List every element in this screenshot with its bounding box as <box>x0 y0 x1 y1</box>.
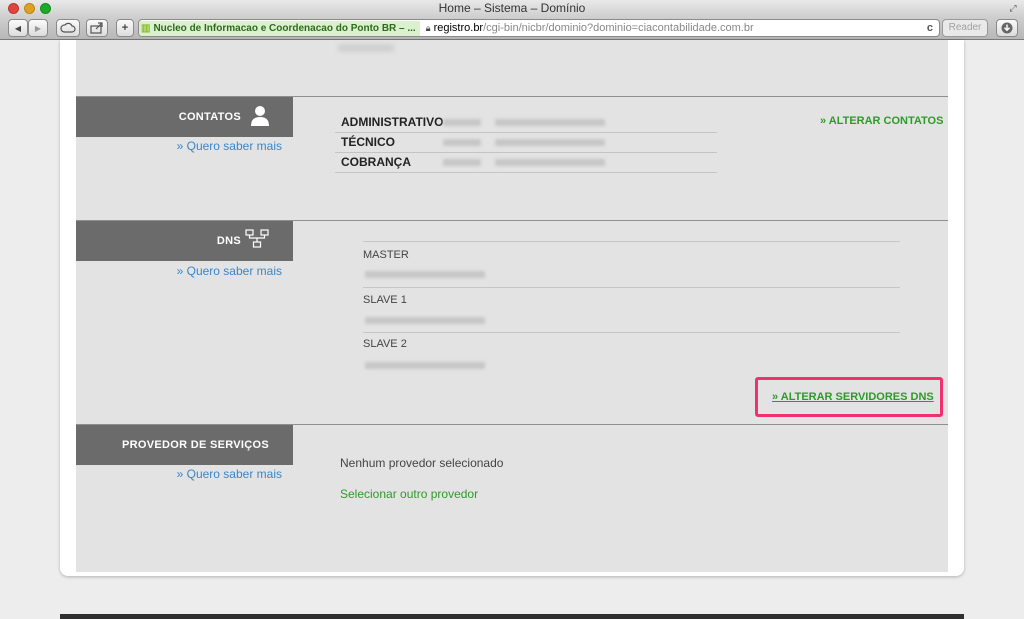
back-arrow-icon: ◀ <box>14 24 22 33</box>
dns-divider <box>363 241 900 242</box>
back-button[interactable]: ◀ <box>8 19 28 37</box>
alterar-servidores-dns-link[interactable]: » ALTERAR SERVIDORES DNS <box>772 391 934 403</box>
dns-server-label: SLAVE 1 <box>363 294 407 306</box>
dns-header: DNS <box>76 221 293 261</box>
footer-bar <box>60 614 964 619</box>
site-identity-badge[interactable]: ▥ Nucleo de Informacao e Coordenacao do P… <box>139 21 420 36</box>
dns-divider <box>363 287 900 288</box>
provedor-more-link[interactable]: » Quero saber mais <box>177 467 282 481</box>
provedor-status: Nenhum provedor selecionado <box>340 456 504 470</box>
download-icon <box>1001 22 1013 34</box>
downloads-button[interactable] <box>996 19 1018 37</box>
redacted-value <box>443 139 481 146</box>
contact-row-cobranca: COBRANÇA <box>335 152 717 173</box>
contatos-more-link[interactable]: » Quero saber mais <box>177 139 282 153</box>
cloud-icon <box>60 22 76 33</box>
contact-row-administrativo: ADMINISTRATIVO <box>335 112 717 133</box>
alterar-contatos-link[interactable]: » ALTERAR CONTATOS <box>820 115 943 127</box>
contact-label: ADMINISTRATIVO <box>341 115 444 129</box>
dns-more-link[interactable]: » Quero saber mais <box>177 264 282 278</box>
new-tab-button[interactable]: + <box>116 19 134 37</box>
redacted-value <box>443 159 481 166</box>
dns-server-label: SLAVE 2 <box>363 338 407 350</box>
contatos-header: CONTATOS <box>76 97 293 137</box>
redacted-value <box>495 119 605 126</box>
zoom-window-button[interactable] <box>40 3 51 14</box>
window-title: Home – Sistema – Domínio <box>438 1 586 15</box>
provedor-title: PROVEDOR DE SERVIÇOS <box>122 439 269 451</box>
redacted-server <box>365 271 485 278</box>
share-button[interactable] <box>86 19 108 37</box>
icloud-tabs-button[interactable] <box>56 19 80 37</box>
redacted-server <box>365 317 485 324</box>
network-icon <box>245 229 269 248</box>
contact-label: TÉCNICO <box>341 135 395 149</box>
person-icon <box>251 106 269 126</box>
site-logo-icon: ▥ <box>141 23 151 34</box>
fullscreen-icon[interactable]: ⤢ <box>1008 3 1018 13</box>
forward-arrow-icon: ▶ <box>34 24 42 33</box>
redacted-value <box>443 119 481 126</box>
provedor-header: PROVEDOR DE SERVIÇOS <box>76 425 293 465</box>
contact-label: COBRANÇA <box>341 155 411 169</box>
forward-button[interactable]: ▶ <box>28 19 48 37</box>
close-window-button[interactable] <box>8 3 19 14</box>
contact-row-tecnico: TÉCNICO <box>335 132 717 153</box>
browser-toolbar: ◀ ▶ + ▥ Nucleo de Informacao e Coordenaca… <box>0 17 1024 40</box>
share-icon <box>90 22 103 34</box>
reload-icon[interactable]: c <box>927 20 933 36</box>
url-path: /cgi-bin/nicbr/dominio?dominio=ciacontab… <box>483 22 754 34</box>
redacted-value <box>495 159 605 166</box>
contatos-title: CONTATOS <box>178 111 241 123</box>
selecionar-provedor-link[interactable]: Selecionar outro provedor <box>340 487 478 501</box>
redacted-text <box>338 44 394 52</box>
redacted-server <box>365 362 485 369</box>
window-titlebar: Home – Sistema – Domínio ⤢ <box>0 0 1024 17</box>
minimize-window-button[interactable] <box>24 3 35 14</box>
dns-server-label: MASTER <box>363 249 409 261</box>
reader-button[interactable]: Reader <box>942 19 988 37</box>
plus-icon: + <box>121 22 129 34</box>
address-bar[interactable]: ▥ Nucleo de Informacao e Coordenacao do P… <box>138 19 940 37</box>
dns-title: DNS <box>216 235 241 247</box>
dns-divider <box>363 332 900 333</box>
lock-icon: 🔒︎ <box>425 23 431 33</box>
redacted-value <box>495 139 605 146</box>
url-host: registro.br <box>433 22 484 34</box>
site-badge-text: Nucleo de Informacao e Coordenacao do Po… <box>153 23 416 34</box>
